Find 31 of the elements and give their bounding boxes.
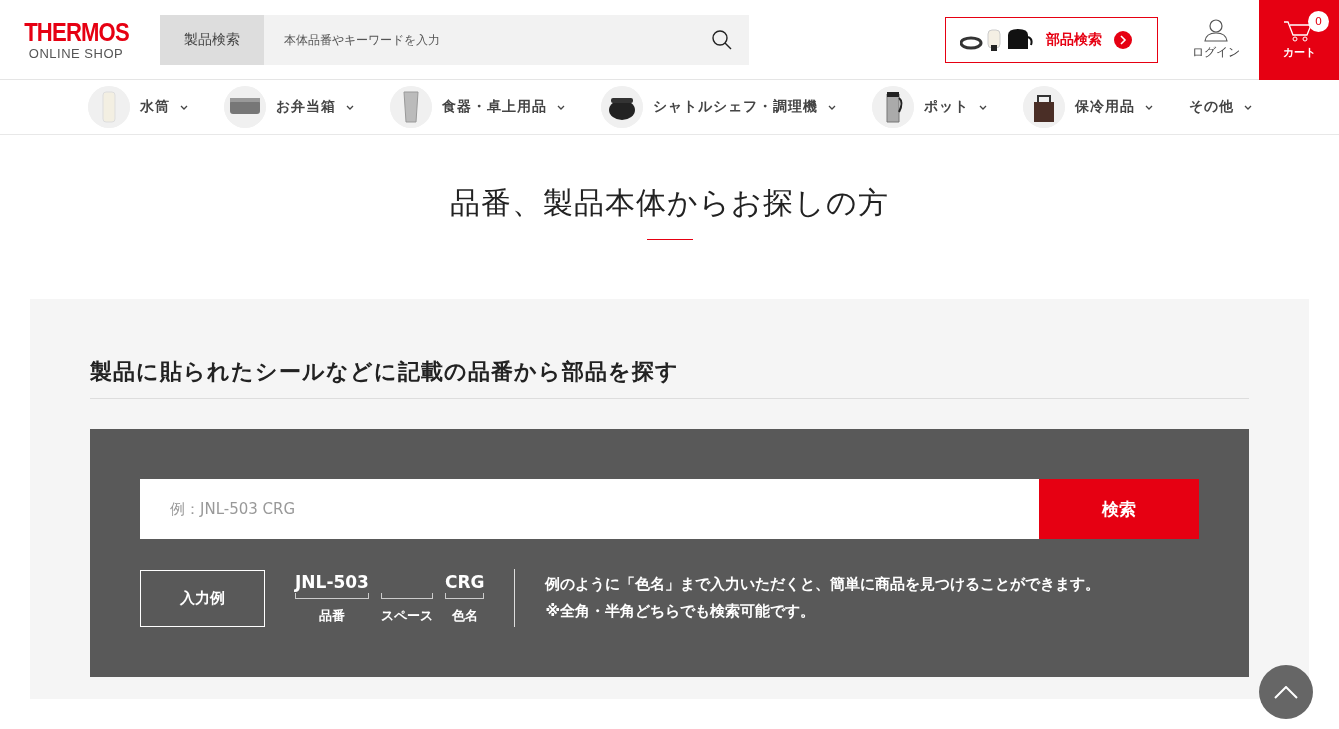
example-caption: 品番: [318, 607, 345, 625]
cart-button[interactable]: カート 0: [1259, 0, 1339, 80]
login-link[interactable]: ログイン: [1188, 18, 1244, 61]
arrow-right-icon: [1114, 30, 1132, 49]
nav-menu-item[interactable]: 保冷用品: [1022, 86, 1153, 128]
example-code-text: CRG: [444, 571, 485, 593]
example-code-text: JNL-503: [295, 571, 369, 593]
part-number-field[interactable]: 例：JNL-503 CRG: [140, 479, 1039, 539]
section-heading: 製品に貼られたシールなどに記載の品番から部品を探す: [90, 357, 1249, 399]
nav-menu-item[interactable]: ポット: [871, 86, 987, 128]
nav-menu-item[interactable]: 食器・卓上用品: [389, 86, 565, 128]
search-category-tab[interactable]: 製品検索: [160, 14, 264, 65]
logo-brand-text: THERMOS: [23, 18, 129, 46]
nav-menu-item[interactable]: その他: [1188, 98, 1252, 116]
nav-menu-item[interactable]: 水筒: [87, 86, 188, 128]
cart-count-badge: 0: [1308, 10, 1329, 32]
chevron-up-icon: [1274, 685, 1298, 699]
example-label: 入力例: [140, 569, 265, 627]
parts-search-button[interactable]: 部品検索: [945, 16, 1158, 63]
example-caption: スペース: [380, 607, 433, 625]
hint-text: 例のように「色名」まで入力いただくと、簡単に商品を見つけることができます。: [545, 575, 1101, 594]
logo-subtitle: ONLINE SHOP: [28, 46, 124, 61]
scroll-top-button[interactable]: [1259, 665, 1313, 719]
nav-menu-item[interactable]: お弁当箱: [223, 86, 354, 128]
nav-menu-item[interactable]: シャトルシェフ・調理機: [600, 86, 836, 128]
page-title: 品番、製品本体からお探しの方: [449, 184, 890, 222]
search-button[interactable]: 検索: [1039, 479, 1199, 539]
hint-text: ※全角・半角どちらでも検索可能です。: [545, 602, 817, 621]
user-icon: [1204, 18, 1228, 42]
example-caption: 色名: [451, 607, 478, 625]
search-icon: [711, 28, 733, 51]
